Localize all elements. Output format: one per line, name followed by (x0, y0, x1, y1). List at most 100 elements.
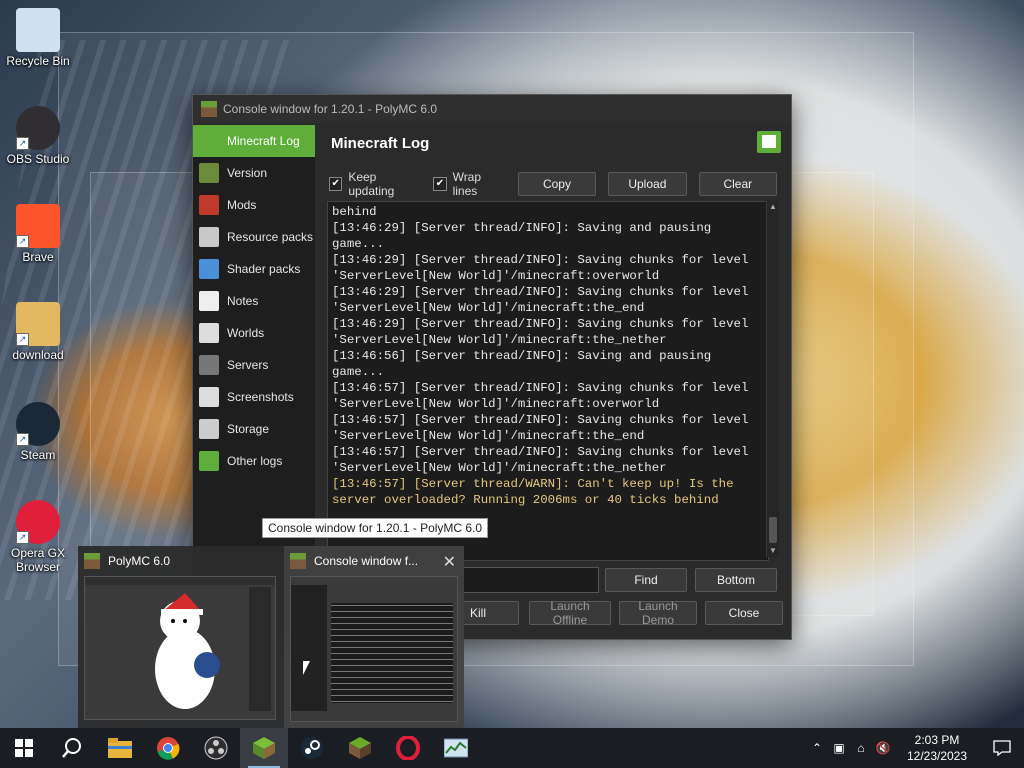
start-icon (15, 739, 33, 757)
polymc-icon (290, 553, 306, 569)
sidebar-item-label: Resource packs (227, 230, 314, 244)
shortcut-arrow-icon: ↗ (16, 433, 29, 446)
taskbar-thumbnail-popup: PolyMC 6.0 Console window f... ✕ (78, 546, 464, 728)
sidebar-item-screenshots[interactable]: Screenshots (193, 381, 315, 413)
launch-offline-button[interactable]: Launch Offline (529, 599, 611, 627)
close-button[interactable]: Close (705, 601, 783, 625)
page-title: Minecraft Log (331, 134, 430, 152)
steam-icon: ↗ (16, 402, 60, 446)
tooltip: Console window for 1.20.1 - PolyMC 6.0 (262, 518, 489, 538)
sidebar-item-label: Servers (227, 358, 269, 372)
sidebar-item-servers[interactable]: Servers (193, 349, 315, 381)
sidebar-item-label: Minecraft Log (227, 134, 300, 148)
chrome-icon (157, 737, 180, 760)
window-title: Console window for 1.20.1 - PolyMC 6.0 (223, 102, 438, 116)
desktop-icon[interactable]: Recycle Bin (0, 8, 76, 68)
shortcut-arrow-icon: ↗ (16, 235, 29, 248)
sidebar-item-label: Mods (227, 198, 257, 212)
log-line: [13:46:57] [Server thread/WARN]: Can't k… (332, 477, 741, 507)
volume-muted-icon[interactable]: 🔇 (872, 741, 894, 755)
sidebar-item-label: Worlds (227, 326, 265, 340)
sidebar-item-version[interactable]: Version (193, 157, 315, 189)
window-titlebar[interactable]: Console window for 1.20.1 - PolyMC 6.0 (193, 95, 791, 123)
thumbnail-title: PolyMC 6.0 (108, 554, 171, 568)
scroll-down-icon[interactable]: ▼ (767, 545, 779, 557)
taskbar: ⌃ ▣ ⌂ 🔇 2:03 PM 12/23/2023 (0, 728, 1024, 768)
mouse-cursor-icon (303, 661, 310, 675)
sidebar-item-storage[interactable]: Storage (193, 413, 315, 445)
wifi-icon[interactable]: ⌂ (850, 741, 872, 755)
steam-icon (301, 737, 323, 759)
opera-gx-icon (396, 736, 420, 760)
keep-updating-checkbox[interactable]: ✔ Keep updating (329, 170, 421, 198)
thumbnail-console[interactable]: Console window f... ✕ (284, 546, 464, 728)
upload-button[interactable]: Upload (608, 172, 687, 196)
desktop-icon-label: Steam (20, 448, 56, 462)
polymc-icon (253, 737, 275, 759)
network-icon[interactable]: ▣ (828, 741, 850, 755)
sidebar-item-other-logs[interactable]: Other logs (193, 445, 315, 477)
taskbar-task-manager[interactable] (432, 728, 480, 768)
storage-icon (199, 419, 219, 439)
task-manager-icon (444, 738, 468, 758)
sidebar-item-minecraft-log[interactable]: Minecraft Log (193, 125, 315, 157)
globe-icon (199, 323, 219, 343)
cat-mascot-icon (155, 593, 220, 709)
polymc-icon (84, 553, 100, 569)
taskbar-opera-gx[interactable] (384, 728, 432, 768)
search-button[interactable] (48, 728, 96, 768)
start-button[interactable] (0, 728, 48, 768)
log-scrollbar[interactable]: ▲ ▼ (766, 201, 779, 557)
minecraft-icon (349, 737, 371, 759)
image-file-icon: ↗ (16, 302, 60, 346)
clear-button[interactable]: Clear (698, 172, 777, 196)
desktop-icon[interactable]: ↗ Brave (0, 204, 76, 264)
brave-icon: ↗ (16, 204, 60, 248)
log-line: [13:46:29] [Server thread/INFO]: Saving … (332, 253, 756, 283)
log-line: [13:46:56] [Server thread/INFO]: Saving … (332, 349, 719, 379)
find-button[interactable]: Find (605, 568, 687, 592)
sidebar-item-label: Notes (227, 294, 259, 308)
notification-center-button[interactable] (980, 728, 1024, 768)
sidebar-item-mods[interactable]: Mods (193, 189, 315, 221)
desktop-icon[interactable]: ↗ download (0, 302, 76, 362)
shortcut-arrow-icon: ↗ (16, 531, 29, 544)
package-icon (199, 227, 219, 247)
wrap-lines-checkbox[interactable]: ✔ Wrap lines (433, 170, 505, 198)
sidebar-item-label: Storage (227, 422, 270, 436)
desktop-icon-label: OBS Studio (6, 152, 70, 166)
thumbnail-polymc[interactable]: PolyMC 6.0 (78, 546, 284, 728)
book-icon (199, 451, 219, 471)
image-icon (199, 387, 219, 407)
launch-demo-button[interactable]: Launch Demo (619, 599, 697, 627)
taskbar-minecraft[interactable] (336, 728, 384, 768)
desktop-icon[interactable]: ↗ Opera GX Browser (0, 500, 76, 574)
notes-icon (199, 291, 219, 311)
desktop-icon[interactable]: ↗ Steam (0, 402, 76, 462)
checkmark-icon: ✔ (329, 177, 343, 191)
copy-button[interactable]: Copy (517, 172, 597, 196)
obs-icon (204, 736, 228, 760)
clock[interactable]: 2:03 PM 12/23/2023 (894, 732, 980, 764)
shortcut-arrow-icon: ↗ (16, 137, 29, 150)
log-output[interactable]: behind [13:46:29] [Server thread/INFO]: S… (327, 201, 769, 561)
sidebar-item-shader-packs[interactable]: Shader packs (193, 253, 315, 285)
log-line: behind (332, 205, 377, 219)
desktop-icon-label: Opera GX Browser (10, 546, 66, 574)
sidebar-item-notes[interactable]: Notes (193, 285, 315, 317)
taskbar-chrome[interactable] (144, 728, 192, 768)
sidebar-item-resource-packs[interactable]: Resource packs (193, 221, 315, 253)
chevron-up-icon[interactable]: ⌃ (806, 741, 828, 755)
recycle-bin-icon (16, 8, 60, 52)
desktop-icon[interactable]: ↗ OBS Studio (0, 106, 76, 166)
bottom-button[interactable]: Bottom (695, 568, 777, 592)
taskbar-file-explorer[interactable] (96, 728, 144, 768)
sidebar-item-worlds[interactable]: Worlds (193, 317, 315, 349)
scrollbar-thumb[interactable] (769, 517, 777, 543)
close-icon[interactable]: ✕ (443, 552, 456, 572)
taskbar-obs[interactable] (192, 728, 240, 768)
sidebar-item-label: Screenshots (227, 390, 294, 404)
taskbar-polymc[interactable] (240, 728, 288, 768)
scroll-up-icon[interactable]: ▲ (767, 201, 779, 213)
taskbar-steam[interactable] (288, 728, 336, 768)
